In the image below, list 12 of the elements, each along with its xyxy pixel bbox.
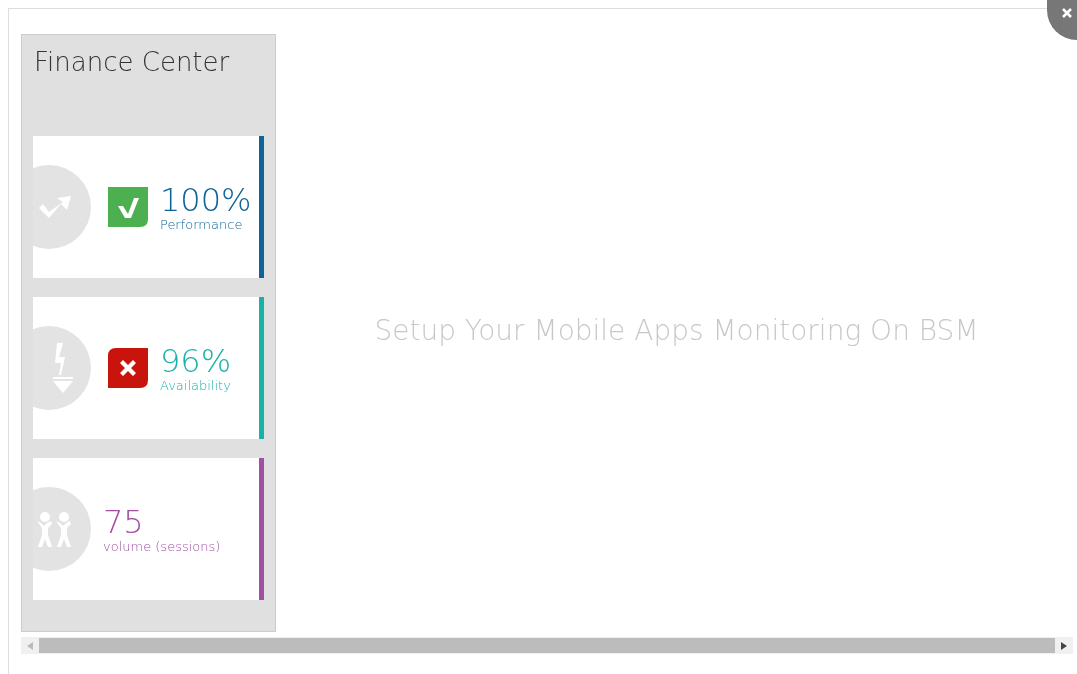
- scroll-right-icon[interactable]: [1061, 641, 1067, 650]
- close-icon: [1061, 7, 1073, 19]
- scroll-left-icon[interactable]: [27, 641, 33, 650]
- metric-value: 100%: [160, 182, 252, 217]
- metric-label: volume (sessions): [103, 538, 221, 554]
- metric-value: 96%: [160, 343, 232, 378]
- metric-value: 75: [103, 504, 145, 539]
- metric-card[interactable]: 100% Performance: [33, 136, 264, 278]
- metric-label: Performance: [160, 216, 244, 232]
- metric-label: Availability: [160, 377, 232, 393]
- panel-title: Finance Center: [33, 46, 231, 79]
- metric-card[interactable]: 75 volume (sessions): [33, 458, 264, 600]
